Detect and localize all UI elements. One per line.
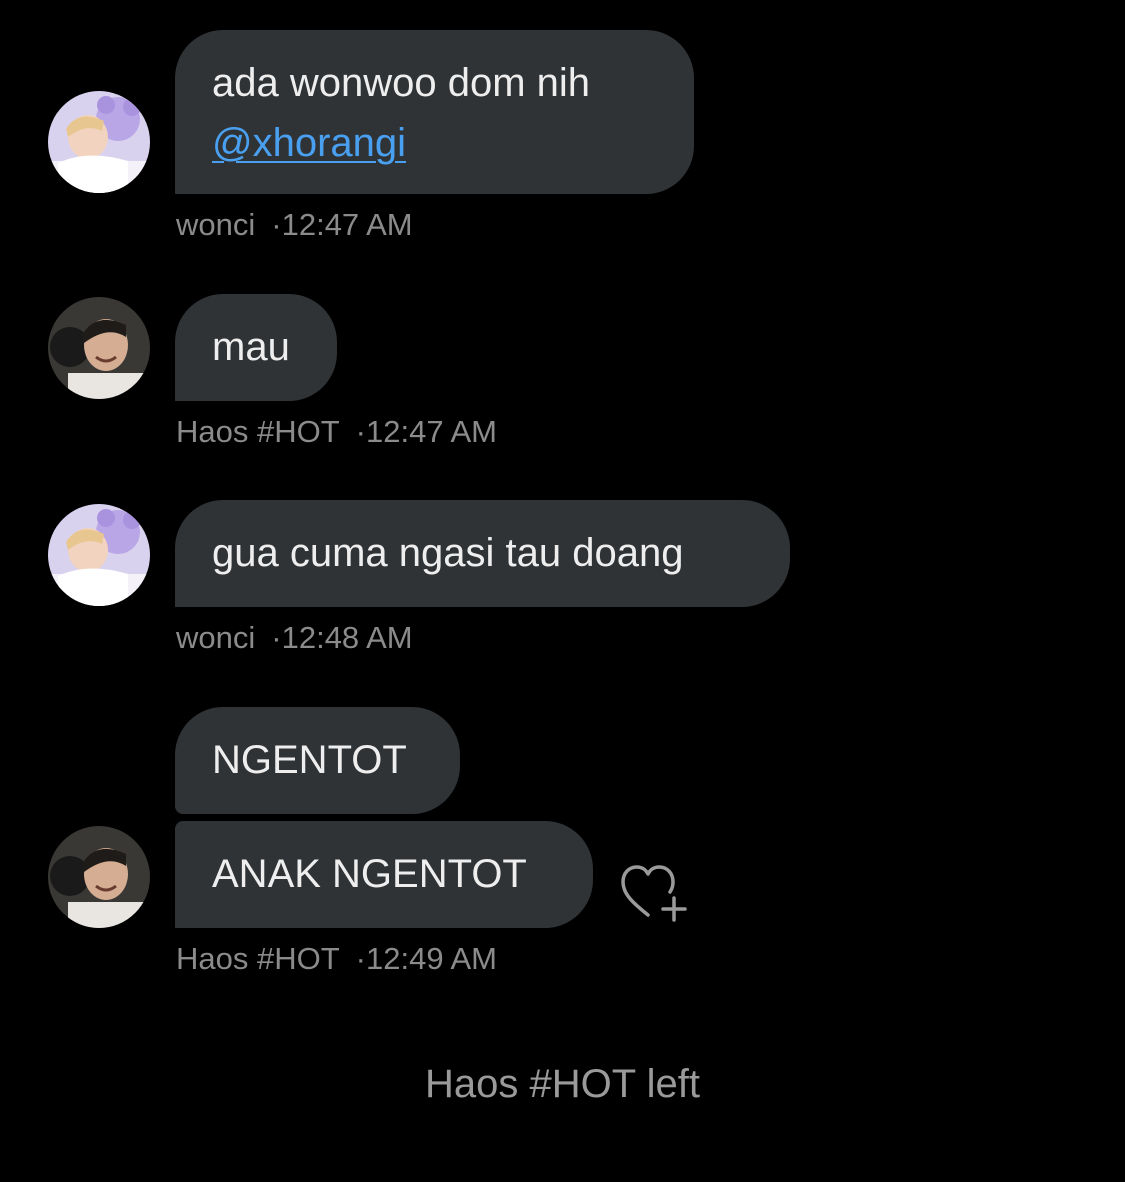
sender-avatar-wonci[interactable]	[48, 91, 150, 193]
sender-avatar-haos[interactable]	[48, 826, 150, 928]
avatar-image	[48, 826, 150, 928]
sender-avatar-wonci[interactable]	[48, 504, 150, 606]
system-message: Haos #HOT left	[425, 1062, 700, 1106]
message-time: 12:47 AM	[281, 207, 413, 242]
message-bubble[interactable]: NGENTOT	[175, 707, 460, 814]
message-bubble[interactable]: gua cuma ngasi tau doang	[175, 500, 790, 607]
avatar-image	[48, 504, 150, 606]
sender-name[interactable]: Haos #HOT	[176, 414, 340, 449]
sender-name[interactable]: wonci	[176, 207, 255, 242]
meta-separator: ·	[271, 620, 282, 655]
message-meta: wonci ·12:47 AM	[176, 207, 413, 243]
message-text: gua cuma ngasi tau doang	[212, 531, 684, 575]
message-text: NGENTOT	[212, 738, 407, 782]
sender-name[interactable]: wonci	[176, 620, 255, 655]
mention-link[interactable]: @xhorangi	[212, 121, 406, 165]
message-time: 12:47 AM	[366, 414, 497, 449]
message-bubble[interactable]: mau	[175, 294, 337, 401]
heart-plus-icon[interactable]	[617, 857, 687, 927]
message-meta: Haos #HOT ·12:49 AM	[176, 941, 497, 977]
message-text: ada wonwoo dom nih	[212, 61, 591, 105]
avatar-image	[48, 297, 150, 399]
message-time: 12:49 AM	[366, 941, 497, 976]
message-text: mau	[212, 325, 290, 369]
message-time: 12:48 AM	[281, 620, 413, 655]
sender-avatar-haos[interactable]	[48, 297, 150, 399]
meta-separator: ·	[355, 414, 366, 449]
message-bubble[interactable]: ANAK NGENTOT	[175, 821, 593, 928]
sender-name[interactable]: Haos #HOT	[176, 941, 340, 976]
message-meta: Haos #HOT ·12:47 AM	[176, 414, 497, 450]
meta-separator: ·	[355, 941, 366, 976]
message-meta: wonci ·12:48 AM	[176, 620, 413, 656]
message-text: ANAK NGENTOT	[212, 852, 527, 896]
meta-separator: ·	[271, 207, 282, 242]
message-bubble[interactable]: ada wonwoo dom nih @xhorangi	[175, 30, 694, 194]
avatar-image	[48, 91, 150, 193]
